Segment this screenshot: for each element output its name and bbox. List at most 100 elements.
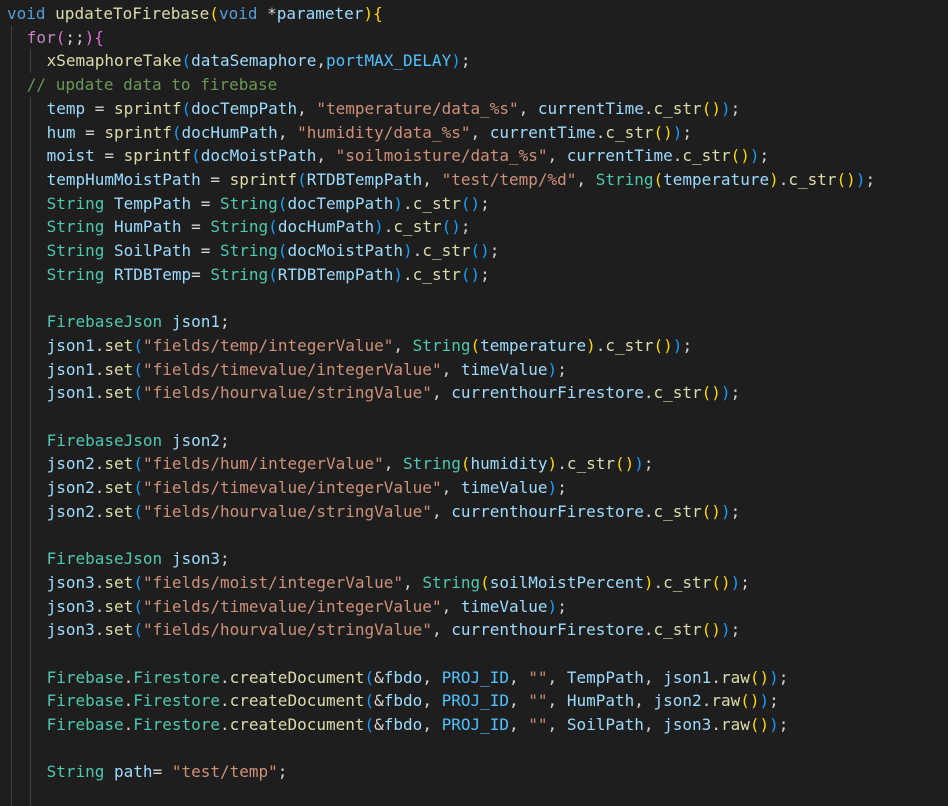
code-token-bracket3: (	[268, 217, 278, 237]
code-token-punct: .	[123, 691, 134, 711]
code-token-string: ""	[528, 667, 548, 687]
code-line[interactable]: json2.set("fields/hum/integerValue", Str…	[47, 452, 654, 476]
code-token-punct: =	[181, 217, 211, 237]
code-token-variable: HumPath	[114, 217, 182, 237]
code-token-bracket3: )	[759, 691, 770, 711]
code-line[interactable]: String path= "test/temp";	[47, 760, 288, 784]
code-token-bracket3: (	[133, 359, 143, 379]
code-token-bracket1: ()	[730, 146, 750, 166]
code-token-function: c_str	[682, 146, 731, 166]
code-line[interactable]: xSemaphoreTake(dataSemaphore,portMAX_DEL…	[47, 49, 471, 73]
code-token-function: c_str	[653, 620, 702, 640]
code-line[interactable]: moist = sprintf(docMoistPath, "soilmoist…	[47, 144, 770, 168]
code-token-punct: .	[220, 691, 230, 711]
code-token-punct: .	[643, 501, 654, 521]
code-line[interactable]: hum = sprintf(docHumPath, "humidity/data…	[47, 121, 692, 145]
code-token-punct	[162, 549, 172, 568]
code-line[interactable]: temp = sprintf(docTempPath, "temperature…	[47, 97, 741, 121]
code-token-punct: ,	[509, 715, 529, 734]
code-token-function: sprintf	[123, 146, 192, 166]
code-token-function: sprintf	[114, 98, 182, 118]
code-line[interactable]: json1.set("fields/hourvalue/stringValue"…	[47, 381, 741, 405]
code-token-bracket3: )	[547, 478, 558, 497]
code-token-type: Firestore	[133, 667, 220, 687]
code-token-punct: ,	[277, 122, 298, 142]
code-token-bracket1: )	[547, 454, 558, 474]
code-token-variable: json1	[46, 335, 95, 355]
code-token-punct: ,	[316, 146, 336, 166]
code-line[interactable]: json2.set("fields/hourvalue/stringValue"…	[47, 500, 741, 524]
code-token-bracket3: (	[268, 264, 278, 284]
code-token-function: set	[104, 383, 134, 403]
code-token-punct: =	[152, 762, 172, 782]
code-token-function: c_str	[653, 501, 702, 521]
code-token-punct: ;	[643, 454, 654, 474]
code-token-variable: dataSemaphore	[191, 51, 317, 71]
code-token-punct	[104, 265, 114, 284]
code-token-bracket3: )	[672, 335, 683, 355]
code-token-type: Firestore	[133, 691, 220, 711]
code-token-string: ""	[528, 691, 548, 711]
code-line[interactable]: Firebase.Firestore.createDocument(&fbdo,…	[47, 713, 789, 737]
code-line[interactable]: json3.set("fields/timevalue/integerValue…	[47, 595, 567, 619]
code-token-bracket1: )	[769, 169, 779, 189]
code-editor[interactable]: void updateToFirebase(void *parameter){f…	[0, 0, 948, 806]
code-token-bracket3: (	[181, 51, 192, 71]
code-token-punct: &	[374, 691, 384, 711]
code-line[interactable]: String SoilPath = String(docMoistPath).c…	[47, 239, 500, 263]
code-line[interactable]: Firebase.Firestore.createDocument(&fbdo,…	[47, 689, 779, 713]
code-line[interactable]: // update data to firebase	[27, 73, 277, 97]
code-token-variable: soilMoistPercent	[489, 572, 644, 592]
code-token-type: String	[412, 335, 471, 355]
code-token-punct: .	[94, 359, 105, 379]
code-token-punct: ,	[547, 146, 567, 166]
code-line[interactable]: String HumPath = String(docHumPath).c_st…	[47, 215, 471, 239]
code-token-punct: ,	[547, 691, 567, 711]
code-token-punct: ,	[518, 98, 538, 118]
code-token-bracket3: )	[672, 122, 683, 142]
code-token-comment: // update data to firebase	[26, 75, 278, 95]
code-token-bracket3: )	[547, 596, 558, 616]
code-token-punct: .	[595, 335, 606, 355]
code-line[interactable]: json3.set("fields/hourvalue/stringValue"…	[47, 618, 741, 642]
code-token-bracket1: ()	[653, 122, 673, 142]
code-token-bracket3: (	[133, 596, 143, 616]
code-token-type: Firebase	[46, 715, 124, 734]
code-token-type: String	[403, 454, 461, 474]
code-token-bracket1: (	[470, 335, 481, 355]
code-line[interactable]: String RTDBTemp= String(RTDBTempPath).c_…	[47, 263, 490, 287]
code-token-bracket3: (	[364, 715, 375, 734]
code-token-variable: RTDBTemp	[114, 264, 192, 284]
code-token-variable: json1	[663, 667, 712, 687]
code-token-string: "fields/moist/integerValue"	[142, 572, 404, 592]
code-token-bracket1: ()	[740, 691, 760, 711]
code-line[interactable]: String TempPath = String(docTempPath).c_…	[47, 192, 490, 216]
code-line[interactable]: Firebase.Firestore.createDocument(&fbdo,…	[47, 666, 789, 690]
code-token-punct: &	[374, 715, 384, 734]
code-token-punct: .	[220, 715, 230, 734]
code-token-constant: PROJ_ID	[441, 691, 510, 711]
code-token-bracket2: )	[84, 27, 95, 47]
code-line[interactable]: json2.set("fields/timevalue/integerValue…	[47, 476, 567, 500]
code-token-punct: .	[672, 146, 683, 166]
code-token-function: c_str	[653, 383, 702, 403]
code-token-bracket3: (	[297, 169, 307, 189]
code-token-bracket3: ()	[460, 264, 481, 284]
code-token-function: xSemaphoreTake	[46, 51, 182, 71]
code-line[interactable]: tempHumMoistPath = sprintf(RTDBTempPath,…	[47, 168, 876, 192]
code-token-bracket3: ()	[441, 217, 461, 237]
code-line[interactable]: FirebaseJson json3;	[47, 547, 230, 571]
code-token-punct: .	[643, 98, 654, 118]
code-line[interactable]: json1.set("fields/timevalue/integerValue…	[47, 358, 567, 382]
code-line[interactable]: for(;;){	[27, 26, 104, 50]
code-line[interactable]: FirebaseJson json2;	[47, 429, 230, 453]
code-token-punct: ;	[759, 146, 770, 166]
code-line[interactable]: FirebaseJson json1;	[47, 310, 230, 334]
code-token-bracket3: )	[451, 51, 461, 71]
code-line[interactable]: void updateToFirebase(void *parameter){	[7, 2, 383, 26]
code-line[interactable]: json1.set("fields/temp/integerValue", St…	[47, 334, 692, 358]
code-token-bracket1: )	[363, 4, 374, 23]
code-line[interactable]: json3.set("fields/moist/integerValue", S…	[47, 571, 750, 595]
code-token-punct	[104, 217, 114, 236]
code-token-bracket3: )	[720, 501, 731, 521]
